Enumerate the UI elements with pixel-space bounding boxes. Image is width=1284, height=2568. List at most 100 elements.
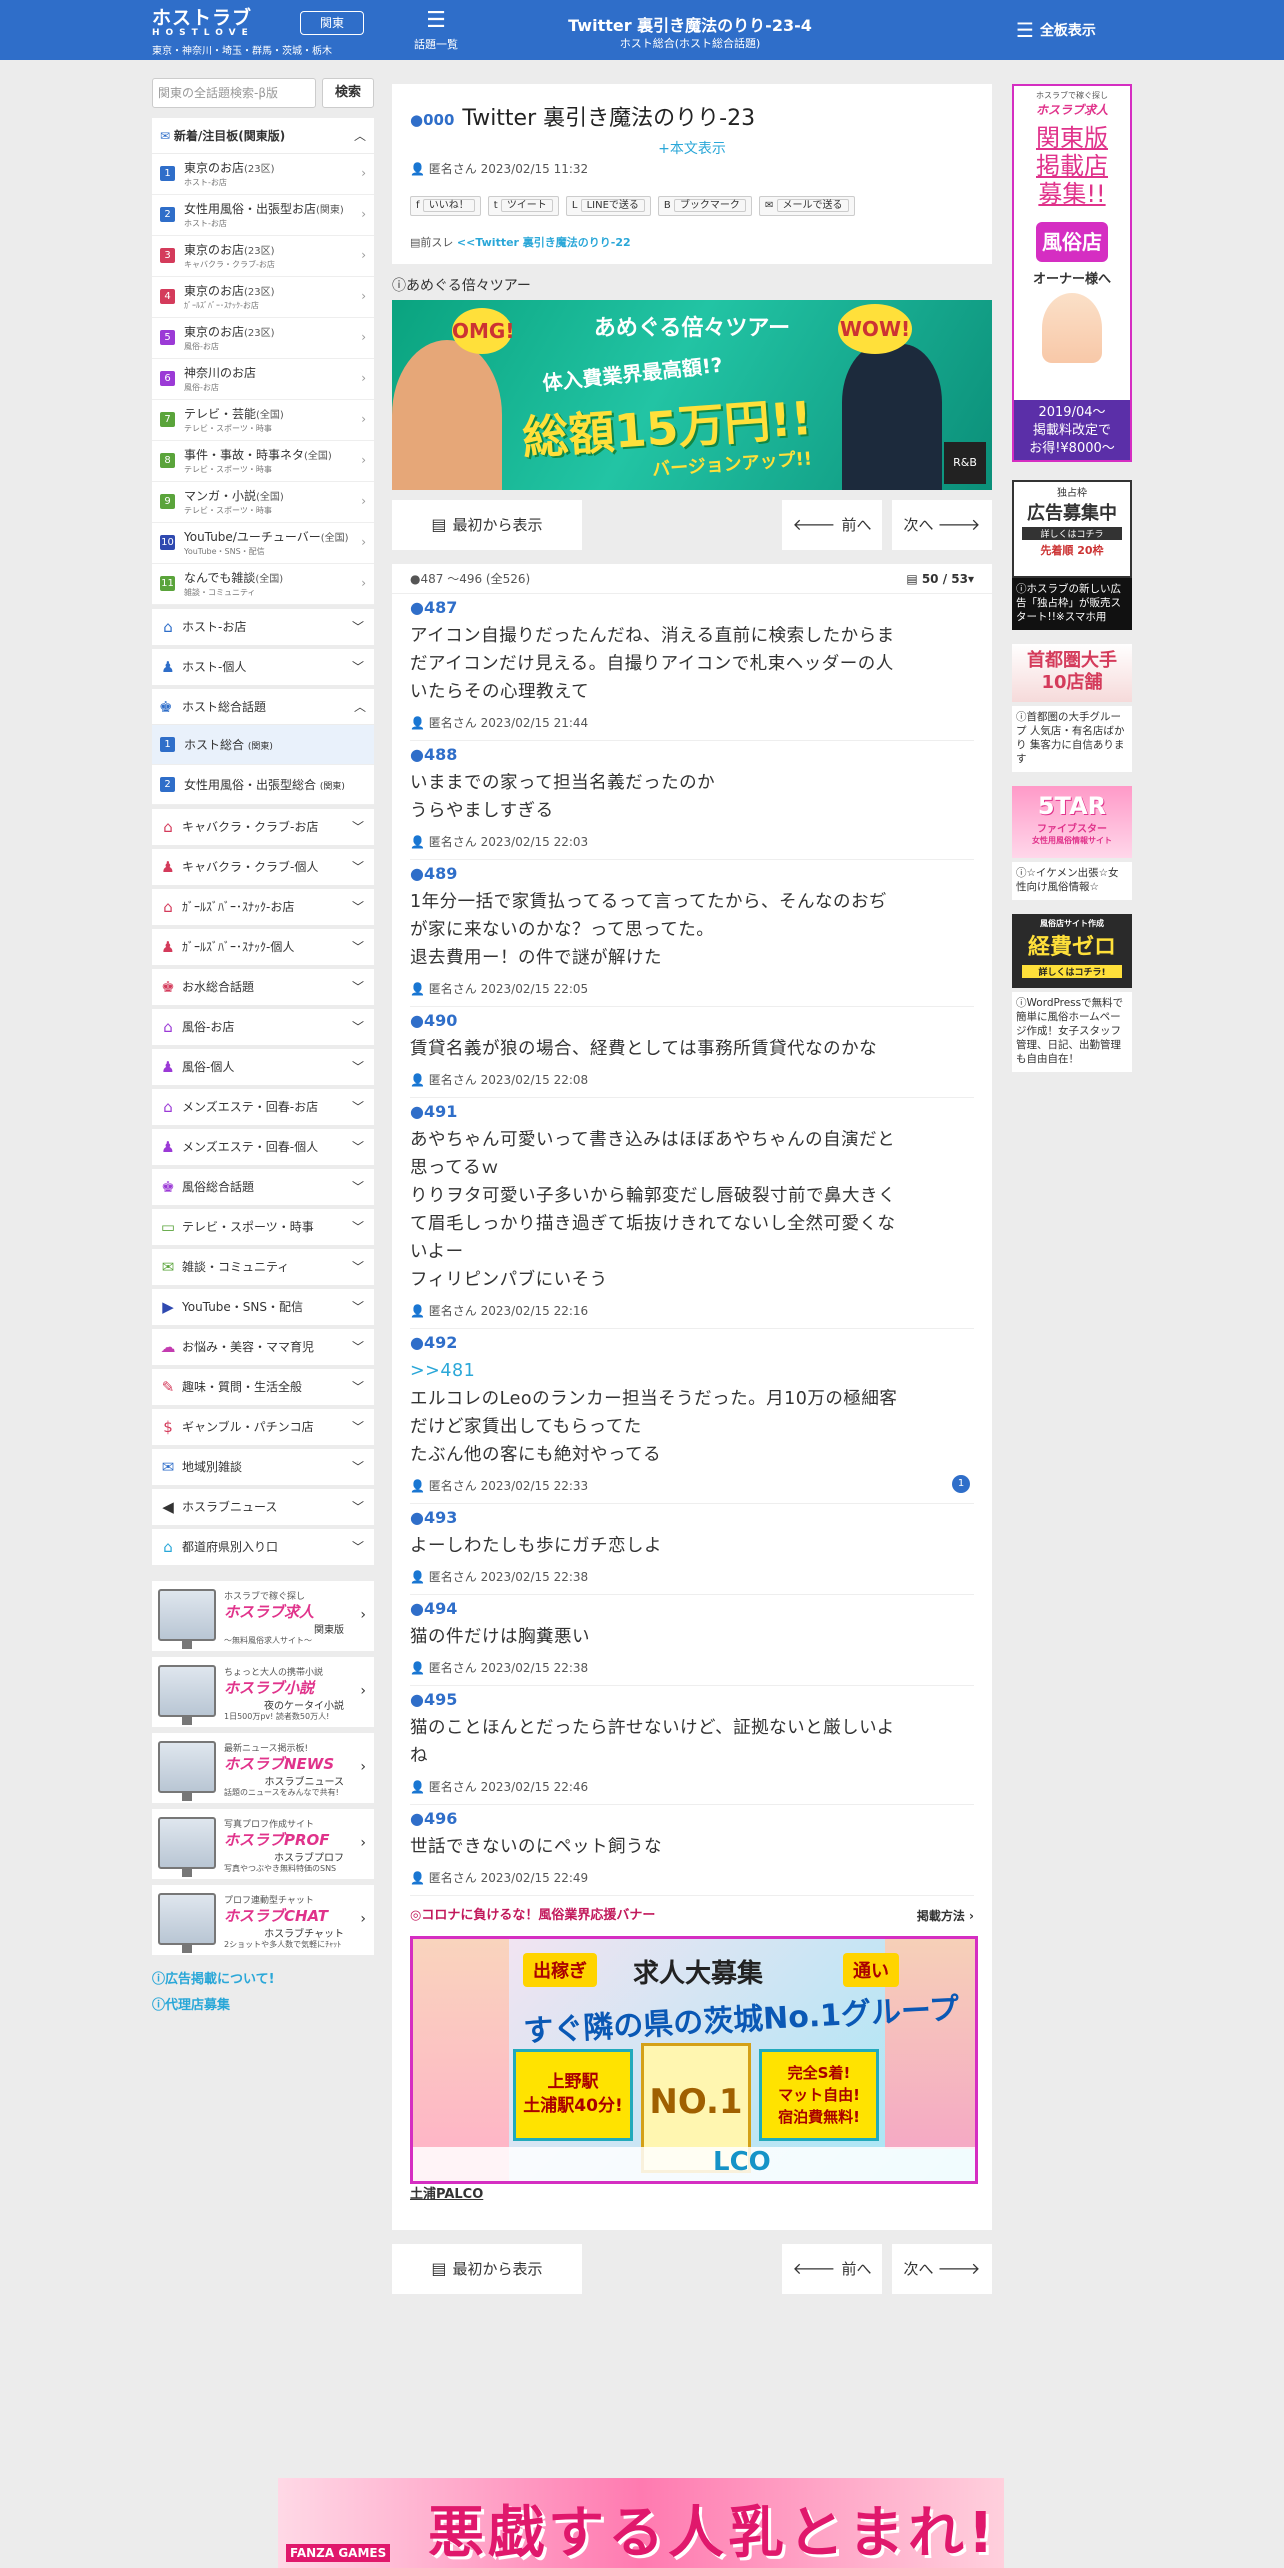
new-board-item[interactable]: 10 YouTube/ユーチューバー(全国) YouTube・SNS・配信 › [152, 523, 374, 564]
topic-list-button[interactable]: ☰ 話題一覧 [408, 6, 464, 52]
post-number[interactable]: ●488 [410, 741, 974, 769]
group-icon: ♚ [159, 698, 173, 716]
show-from-first-button[interactable]: ▤ 最初から表示 [392, 500, 582, 550]
ad-exclusive-slot[interactable]: 独占枠 広告募集中 詳しくはコチラ 先着順 20枠 [1012, 480, 1132, 578]
category-item[interactable]: ⌂ 風俗-お店 ﹀ [152, 1009, 374, 1045]
post-number[interactable]: ●487 [410, 594, 974, 622]
ad-five-star[interactable]: 5TAR ファイブスター 女性用風俗情報サイト [1012, 786, 1132, 858]
line-share-button[interactable]: L LINEで送る [565, 196, 651, 216]
promo-link[interactable]: プロフ連動型チャット ホスラブCHAT ホスラブチャット 2ショットや多人数で気軽にﾁ… [152, 1885, 374, 1955]
ad-site-free[interactable]: 風俗店サイト作成 経費ゼロ 詳しくはコチラ! [1012, 914, 1132, 988]
new-board-item[interactable]: 9 マンガ・小説(全国) テレビ・スポーツ・時事 › [152, 482, 374, 523]
ad-text: 風俗店サイト作成 [1040, 919, 1104, 928]
category-item[interactable]: ☁ お悩み・美容・ママ育児 ﹀ [152, 1329, 374, 1365]
category-item[interactable]: ⌂ ホスト-お店 ﹀ [152, 609, 374, 645]
new-board-item[interactable]: 2 女性用風俗・出張型お店(関東) ホスト-お店 › [152, 195, 374, 236]
prev-page-button[interactable]: 🡐 前へ [782, 500, 882, 550]
category-icon: $ [163, 1418, 173, 1436]
post-number[interactable]: ●495 [410, 1686, 974, 1714]
bottom-ad-banner[interactable]: 悪戯する人乳とまれ!! FANZA GAMES [278, 2478, 1004, 2568]
post-line: が家に来ないのかな？って思ってた。 [410, 920, 715, 940]
category-item[interactable]: ⌂ ｶﾞｰﾙｽﾞﾊﾞｰ･ｽﾅｯｸ-お店 ﹀ [152, 889, 374, 925]
post-number[interactable]: ●496 [410, 1805, 974, 1833]
host-general-item[interactable]: 2 女性用風俗・出張型総合 (関東) [152, 765, 374, 805]
category-item[interactable]: $ ギャンブル・パチンコ店 ﹀ [152, 1409, 374, 1445]
new-board-header[interactable]: ✉ 新着/注目板(関東版) ︿ [152, 118, 374, 154]
category-item[interactable]: ♚ お水総合話題 ﹀ [152, 969, 374, 1005]
ad-metro-group[interactable]: 首都圏大手 10店舗 [1012, 644, 1132, 702]
category-item[interactable]: ✎ 趣味・質問・生活全般 ﹀ [152, 1369, 374, 1405]
new-board-item[interactable]: 6 神奈川のお店 風俗-お店 › [152, 359, 374, 400]
show-from-first-button[interactable]: ▤ 最初から表示 [392, 2244, 582, 2294]
promo-link[interactable]: ちょっと大人の携帯小説 ホスラブ小説 夜のケータイ小説 1日500万pv! 読者数50… [152, 1657, 374, 1727]
post-meta: 👤 匿名さん 2023/02/15 22:03 [410, 835, 589, 849]
ad-banner-tour[interactable]: OMG! WOW! あめぐる倍々ツアー 体入費業界最高額!? 総額15万円!! … [392, 300, 992, 490]
host-general-header[interactable]: ♚ ホスト総合話題 ︿ [152, 689, 374, 725]
reply-link[interactable]: >>481 [410, 1357, 974, 1385]
ad-store-link[interactable]: 土浦PALCO [410, 2184, 974, 2206]
category-item[interactable]: ♟ メンズエステ・回春-個人 ﹀ [152, 1129, 374, 1165]
ad-caption[interactable]: ⓘホスラブの新しい広告「独占枠」が販売スタート!!※スマホ用 [1012, 578, 1132, 630]
next-page-button[interactable]: 次へ 🡒 [892, 2244, 992, 2294]
category-item[interactable]: ▭ テレビ・スポーツ・時事 ﹀ [152, 1209, 374, 1245]
prev-page-button[interactable]: 🡐 前へ [782, 2244, 882, 2294]
post-number[interactable]: ●492 [410, 1329, 974, 1357]
new-board-item[interactable]: 1 東京のお店(23区) ホスト-お店 › [152, 154, 374, 195]
promo-link[interactable]: 最新ニュース掲示板! ホスラブNEWS ホスラブニュース 話題のニュースをみんなで共有… [152, 1733, 374, 1803]
show-body-link[interactable]: +本文表示 [392, 138, 992, 158]
category-item[interactable]: ▶ YouTube・SNS・配信 ﹀ [152, 1289, 374, 1325]
category-item[interactable]: ♟ キャバクラ・クラブ-個人 ﹀ [152, 849, 374, 885]
category-item[interactable]: ♟ ホスト-個人 ﹀ [152, 649, 374, 685]
category-item[interactable]: ♚ 風俗総合話題 ﹀ [152, 1169, 374, 1205]
reply-count-badge[interactable]: 1 [952, 1475, 970, 1493]
rank-badge: 8 [160, 453, 175, 468]
new-board-item[interactable]: 4 東京のお店(23区) ｶﾞｰﾙｽﾞﾊﾞｰ･ｽﾅｯｸ-お店 › [152, 277, 374, 318]
ad-caption[interactable]: ⓘ首都圏の大手グループ 人気店・有名店ばかり 集客力に自信あります [1012, 706, 1132, 772]
new-board-item[interactable]: 8 事件・事故・時事ネタ(全国) テレビ・スポーツ・時事 › [152, 441, 374, 482]
all-boards-button[interactable]: ☰ 全板表示 [1016, 18, 1096, 42]
ad-recruit-kanto[interactable]: ホスラブで稼ぐ探し ホスラブ求人 関東版 掲載店 募集!! 風俗店 オーナー様へ 2… [1012, 84, 1132, 462]
category-item[interactable]: ⌂ 都道府県別入り口 ﹀ [152, 1529, 374, 1565]
post-number[interactable]: ●494 [410, 1595, 974, 1623]
ad-text: 2019/04〜 掲載料改定で お得!¥8000〜 [1014, 400, 1130, 460]
promo-link[interactable]: 写真プロフ作成サイト ホスラブPROF ホスラブプロフ 写真やつぶやき無料特価のSNS… [152, 1809, 374, 1879]
search-button[interactable]: 検索 [322, 78, 374, 108]
category-item[interactable]: ♟ 風俗-個人 ﹀ [152, 1049, 374, 1085]
category-item[interactable]: ✉ 雑談・コミュニティ ﹀ [152, 1249, 374, 1285]
host-general-item[interactable]: 1 ホスト総合 (関東) [152, 725, 374, 765]
board-category: ホスト-お店 [184, 178, 227, 187]
new-board-item[interactable]: 5 東京のお店(23区) 風俗-お店 › [152, 318, 374, 359]
ad-caption[interactable]: ⓘWordPressで無料で簡単に風俗ホームページ作成！女子スタッフ管理、日記、… [1012, 992, 1132, 1072]
ad-banner-recruit[interactable]: 出稼ぎ 求人大募集 通い すぐ隣の県の茨城No.1グループ 上野駅 土浦駅40分!… [410, 1936, 978, 2184]
category-item[interactable]: ✉ 地域別雑談 ﹀ [152, 1449, 374, 1485]
ad-method-link[interactable]: 掲載方法 › [917, 1896, 974, 1936]
category-item[interactable]: ⌂ メンズエステ・回春-お店 ﹀ [152, 1089, 374, 1125]
category-item[interactable]: ⌂ キャバクラ・クラブ-お店 ﹀ [152, 809, 374, 845]
new-board-item[interactable]: 11 なんでも雑談(全国) 雑談・コミュニティ › [152, 564, 374, 605]
post-number[interactable]: ●493 [410, 1504, 974, 1532]
tweet-button[interactable]: t ツイート [487, 196, 559, 216]
post-number[interactable]: ●491 [410, 1098, 974, 1126]
page-select[interactable]: ▤ 50 / 53▾ [906, 564, 974, 594]
new-board-item[interactable]: 3 東京のお店(23区) キャバクラ・クラブ-お店 › [152, 236, 374, 277]
promo-link[interactable]: ホスラブで稼ぐ探し ホスラブ求人 関東版 〜無料風俗求人サイト〜 › [152, 1581, 374, 1651]
agency-link[interactable]: ⓘ代理店募集 [152, 1993, 374, 2019]
ad-brand: FANZA GAMES [286, 2544, 391, 2562]
region-button[interactable]: 関東 [300, 11, 364, 35]
category-item[interactable]: ♟ ｶﾞｰﾙｽﾞﾊﾞｰ･ｽﾅｯｸ-個人 ﹀ [152, 929, 374, 965]
ad-info-link[interactable]: ⓘ広告掲載について! [152, 1967, 374, 1993]
post-number[interactable]: ●490 [410, 1007, 974, 1035]
new-board-item[interactable]: 7 テレビ・芸能(全国) テレビ・スポーツ・時事 › [152, 400, 374, 441]
facebook-like-button[interactable]: f いいね！ [410, 196, 481, 216]
ad-caption[interactable]: ⓘ☆イケメン出張☆女性向け風俗情報☆ [1012, 862, 1132, 900]
next-page-button[interactable]: 次へ 🡒 [892, 500, 992, 550]
search-input[interactable]: 関東の全話題検索-β版 [152, 78, 316, 108]
mail-share-button[interactable]: ✉ メールで送る [758, 196, 855, 216]
board-category: キャバクラ・クラブ-お店 [184, 260, 275, 269]
site-logo[interactable]: ホストラブ HOSTLOVE [152, 8, 254, 38]
post-number[interactable]: ●489 [410, 860, 974, 888]
category-item[interactable]: ◀ ホスラブニュース ﹀ [152, 1489, 374, 1525]
post-item: ●487 アイコン自撮りだったんだね、消える直前に検索したからま だアイコンだけ見え… [410, 594, 974, 741]
bookmark-button[interactable]: B ブックマーク [657, 196, 752, 216]
previous-thread[interactable]: ▤前スレ <<Twitter 裏引き魔法のりり-22 [410, 234, 631, 250]
